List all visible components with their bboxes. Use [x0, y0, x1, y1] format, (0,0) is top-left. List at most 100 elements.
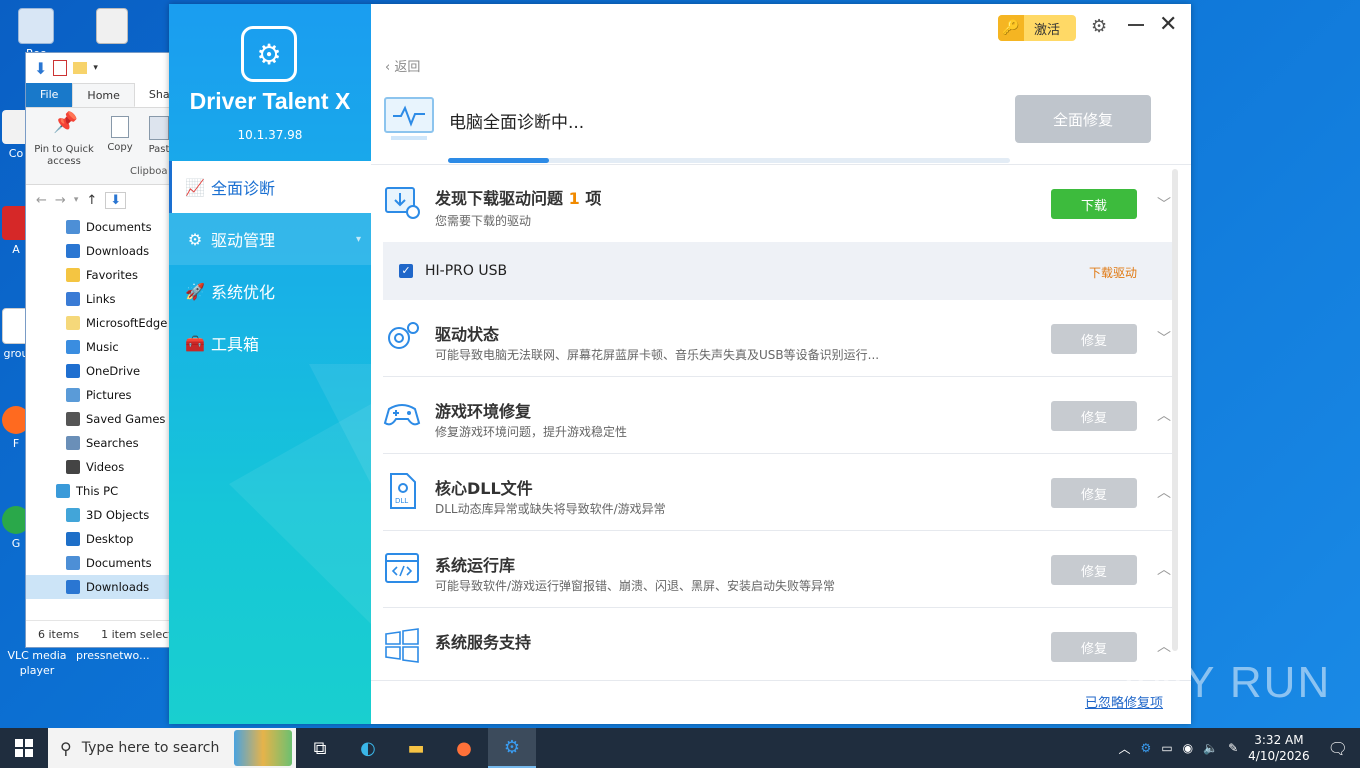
- ribbon: 📌 Pin to Quick access Copy Past Clipboa: [26, 108, 174, 185]
- forward-arrow-icon[interactable]: →: [55, 193, 66, 208]
- download-arrow-icon[interactable]: ⬇: [34, 59, 47, 78]
- tree-item[interactable]: Downloads: [26, 239, 174, 263]
- pin-quick-access-button[interactable]: 📌 Pin to Quick access: [32, 112, 96, 168]
- chevron-down-icon[interactable]: ﹀: [1155, 328, 1173, 347]
- tree-item[interactable]: Pictures: [26, 383, 174, 407]
- download-button[interactable]: 下载: [1051, 189, 1137, 219]
- task-view-icon: ⧉: [313, 737, 327, 759]
- properties-icon[interactable]: [53, 60, 68, 76]
- folder-icon: ▬: [407, 737, 425, 759]
- input-icon[interactable]: ✎: [1228, 741, 1238, 755]
- volume-icon[interactable]: 🔈: [1203, 741, 1218, 755]
- tree-item-label: Links: [86, 292, 116, 306]
- tree-item[interactable]: Music: [26, 335, 174, 359]
- copy-label: Copy: [107, 142, 133, 153]
- tree-item[interactable]: 3D Objects: [26, 503, 174, 527]
- chevron-up-icon[interactable]: ︿: [1155, 405, 1173, 424]
- pin-label: Pin to Quick access: [34, 144, 94, 167]
- navigation-tree: Documents Downloads Favorites Links Microsof…: [26, 215, 174, 599]
- rocket-icon: 🚀: [185, 281, 205, 301]
- back-arrow-icon[interactable]: ←: [36, 193, 47, 208]
- minimize-icon[interactable]: [1128, 24, 1144, 26]
- back-label: 返回: [394, 60, 421, 75]
- tree-item-label: Documents: [86, 556, 152, 570]
- folder-icon: [66, 412, 80, 426]
- svg-text:DLL: DLL: [395, 497, 408, 505]
- nav-system-optimization[interactable]: 🚀 系统优化: [169, 265, 371, 317]
- new-folder-icon[interactable]: [73, 62, 88, 74]
- repair-button[interactable]: 修复: [1051, 324, 1137, 354]
- chevron-up-icon[interactable]: ︿: [1155, 636, 1173, 655]
- nav-full-diagnosis[interactable]: 📈 全面诊断: [169, 161, 371, 213]
- key-icon: 🔑: [998, 15, 1024, 41]
- repair-button[interactable]: 修复: [1051, 555, 1137, 585]
- tree-item[interactable]: Searches: [26, 431, 174, 455]
- nav-driver-management[interactable]: ⚙ 驱动管理 ▾: [169, 213, 371, 265]
- tree-item[interactable]: Saved Games: [26, 407, 174, 431]
- folder-icon: [66, 220, 80, 234]
- activate-button[interactable]: 🔑 激活: [998, 15, 1076, 41]
- chevron-up-icon[interactable]: ︿: [1155, 559, 1173, 578]
- repair-button[interactable]: 修复: [1051, 478, 1137, 508]
- camera-icon[interactable]: ◉: [1183, 741, 1193, 755]
- file-explorer-taskbar-button[interactable]: ▬: [392, 728, 440, 768]
- start-button[interactable]: [0, 728, 48, 768]
- tree-item[interactable]: Documents: [26, 215, 174, 239]
- tree-item[interactable]: MicrosoftEdge: [26, 311, 174, 335]
- task-view-button[interactable]: ⧉: [296, 728, 344, 768]
- taskbar-search[interactable]: ⚲ Type here to search: [48, 728, 296, 768]
- tree-item[interactable]: Videos: [26, 455, 174, 479]
- folder-icon: [66, 580, 80, 594]
- clock[interactable]: 3:32 AM 4/10/2026: [1248, 732, 1310, 764]
- network-icon[interactable]: ▭: [1161, 741, 1172, 755]
- app-brand: Driver Talent X: [189, 88, 351, 114]
- tree-item[interactable]: Links: [26, 287, 174, 311]
- section-title: 系统服务支持: [435, 633, 532, 652]
- nav-label: 系统优化: [211, 283, 276, 302]
- edge-taskbar-button[interactable]: ◐: [344, 728, 392, 768]
- tab-home[interactable]: Home: [72, 83, 135, 107]
- driver-talent-tray-icon[interactable]: ⚙: [1141, 741, 1152, 755]
- tree-item[interactable]: Favorites: [26, 263, 174, 287]
- chevron-up-icon[interactable]: ︿: [1119, 740, 1131, 757]
- clock-time: 3:32 AM: [1254, 733, 1304, 747]
- driver-checkbox[interactable]: ✓: [399, 264, 413, 278]
- tab-file[interactable]: File: [26, 83, 73, 107]
- notification-icon[interactable]: 🗨: [1328, 739, 1348, 758]
- scrollbar[interactable]: [1172, 169, 1178, 651]
- fix-all-button[interactable]: 全面修复: [1015, 95, 1151, 143]
- paste-label: Past: [148, 144, 170, 155]
- tree-item[interactable]: Desktop: [26, 527, 174, 551]
- nav-toolbox[interactable]: 🧰 工具箱: [169, 317, 371, 369]
- close-icon[interactable]: ✕: [1159, 12, 1177, 37]
- recent-dropdown-icon[interactable]: ▾: [74, 195, 79, 205]
- copy-icon: [111, 116, 129, 138]
- section-subtitle: 您需要下载的驱动: [435, 214, 532, 228]
- tree-item[interactable]: OneDrive: [26, 359, 174, 383]
- address-download-icon[interactable]: ⬇: [105, 191, 127, 209]
- copy-button[interactable]: Copy: [104, 116, 136, 154]
- qat-dropdown-icon[interactable]: ▾: [93, 63, 98, 73]
- back-link[interactable]: ‹ 返回: [385, 56, 420, 75]
- firefox-taskbar-button[interactable]: ●: [440, 728, 488, 768]
- chevron-up-icon[interactable]: ︿: [1155, 482, 1173, 501]
- tree-item[interactable]: This PC: [26, 479, 174, 503]
- tree-item-label: Documents: [86, 220, 152, 234]
- tree-item-label: MicrosoftEdge: [86, 316, 168, 330]
- desktop-file-icon[interactable]: [82, 8, 142, 46]
- download-driver-link[interactable]: 下载驱动: [1089, 264, 1137, 281]
- tree-item-label: Downloads: [86, 580, 150, 594]
- settings-icon[interactable]: ⚙: [1091, 16, 1107, 37]
- chevron-down-icon[interactable]: ﹀: [1155, 194, 1173, 213]
- repair-button[interactable]: 修复: [1051, 401, 1137, 431]
- section-title: 系统运行库: [435, 556, 516, 575]
- clipboard-group-label: Clipboa: [130, 166, 168, 177]
- tree-item-label: Desktop: [86, 532, 134, 546]
- tree-item[interactable]: Documents: [26, 551, 174, 575]
- up-arrow-icon[interactable]: ↑: [86, 193, 97, 208]
- code-window-icon: [385, 553, 419, 583]
- tree-item[interactable]: Downloads: [26, 575, 174, 599]
- driver-talent-taskbar-button[interactable]: ⚙: [488, 728, 536, 768]
- folder-icon: [66, 292, 80, 306]
- system-tray: ︿ ⚙ ▭ ◉ 🔈 ✎ 3:32 AM 4/10/2026 🗨: [1119, 728, 1360, 768]
